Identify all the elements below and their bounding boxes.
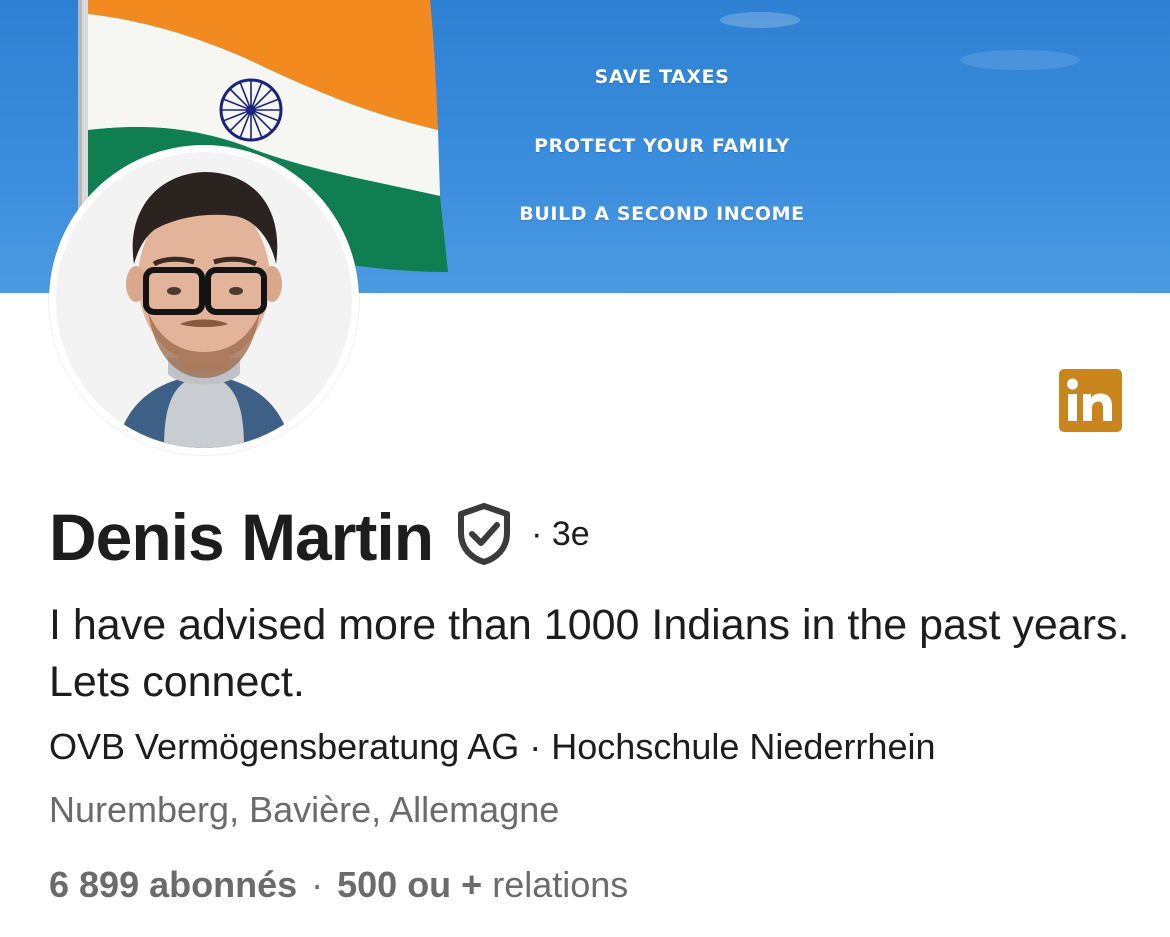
banner-line-1: SAVE TAXES bbox=[594, 66, 730, 88]
shield-check-icon[interactable] bbox=[457, 503, 511, 565]
banner-line-3: BUILD A SECOND INCOME bbox=[519, 203, 805, 225]
stats-separator: · bbox=[311, 864, 324, 905]
profile-stats: 6 899 abonnés · 500 ou + relations bbox=[49, 862, 628, 908]
profile-page: SAVE TAXES PROTECT YOUR FAMILY BUILD A S… bbox=[0, 0, 1170, 937]
profile-headline: I have advised more than 1000 Indians in… bbox=[49, 601, 1130, 706]
profile-avatar[interactable] bbox=[49, 145, 359, 455]
profile-name[interactable]: Denis Martin bbox=[49, 497, 434, 577]
followers-count[interactable]: 6 899 abonnés bbox=[49, 864, 297, 905]
connections-count[interactable]: 500 ou + bbox=[337, 864, 482, 905]
connections-label[interactable]: relations bbox=[492, 864, 628, 905]
name-row: Denis Martin · 3e bbox=[49, 497, 590, 577]
linkedin-icon[interactable] bbox=[1059, 369, 1122, 432]
profile-organizations[interactable]: OVB Vermögensberatung AG · Hochschule Ni… bbox=[49, 724, 935, 770]
connection-degree: · 3e bbox=[531, 514, 590, 553]
banner-line-2: PROTECT YOUR FAMILY bbox=[534, 135, 790, 157]
avatar-photo bbox=[56, 152, 352, 448]
profile-location: Nuremberg, Bavière, Allemagne bbox=[49, 789, 560, 830]
